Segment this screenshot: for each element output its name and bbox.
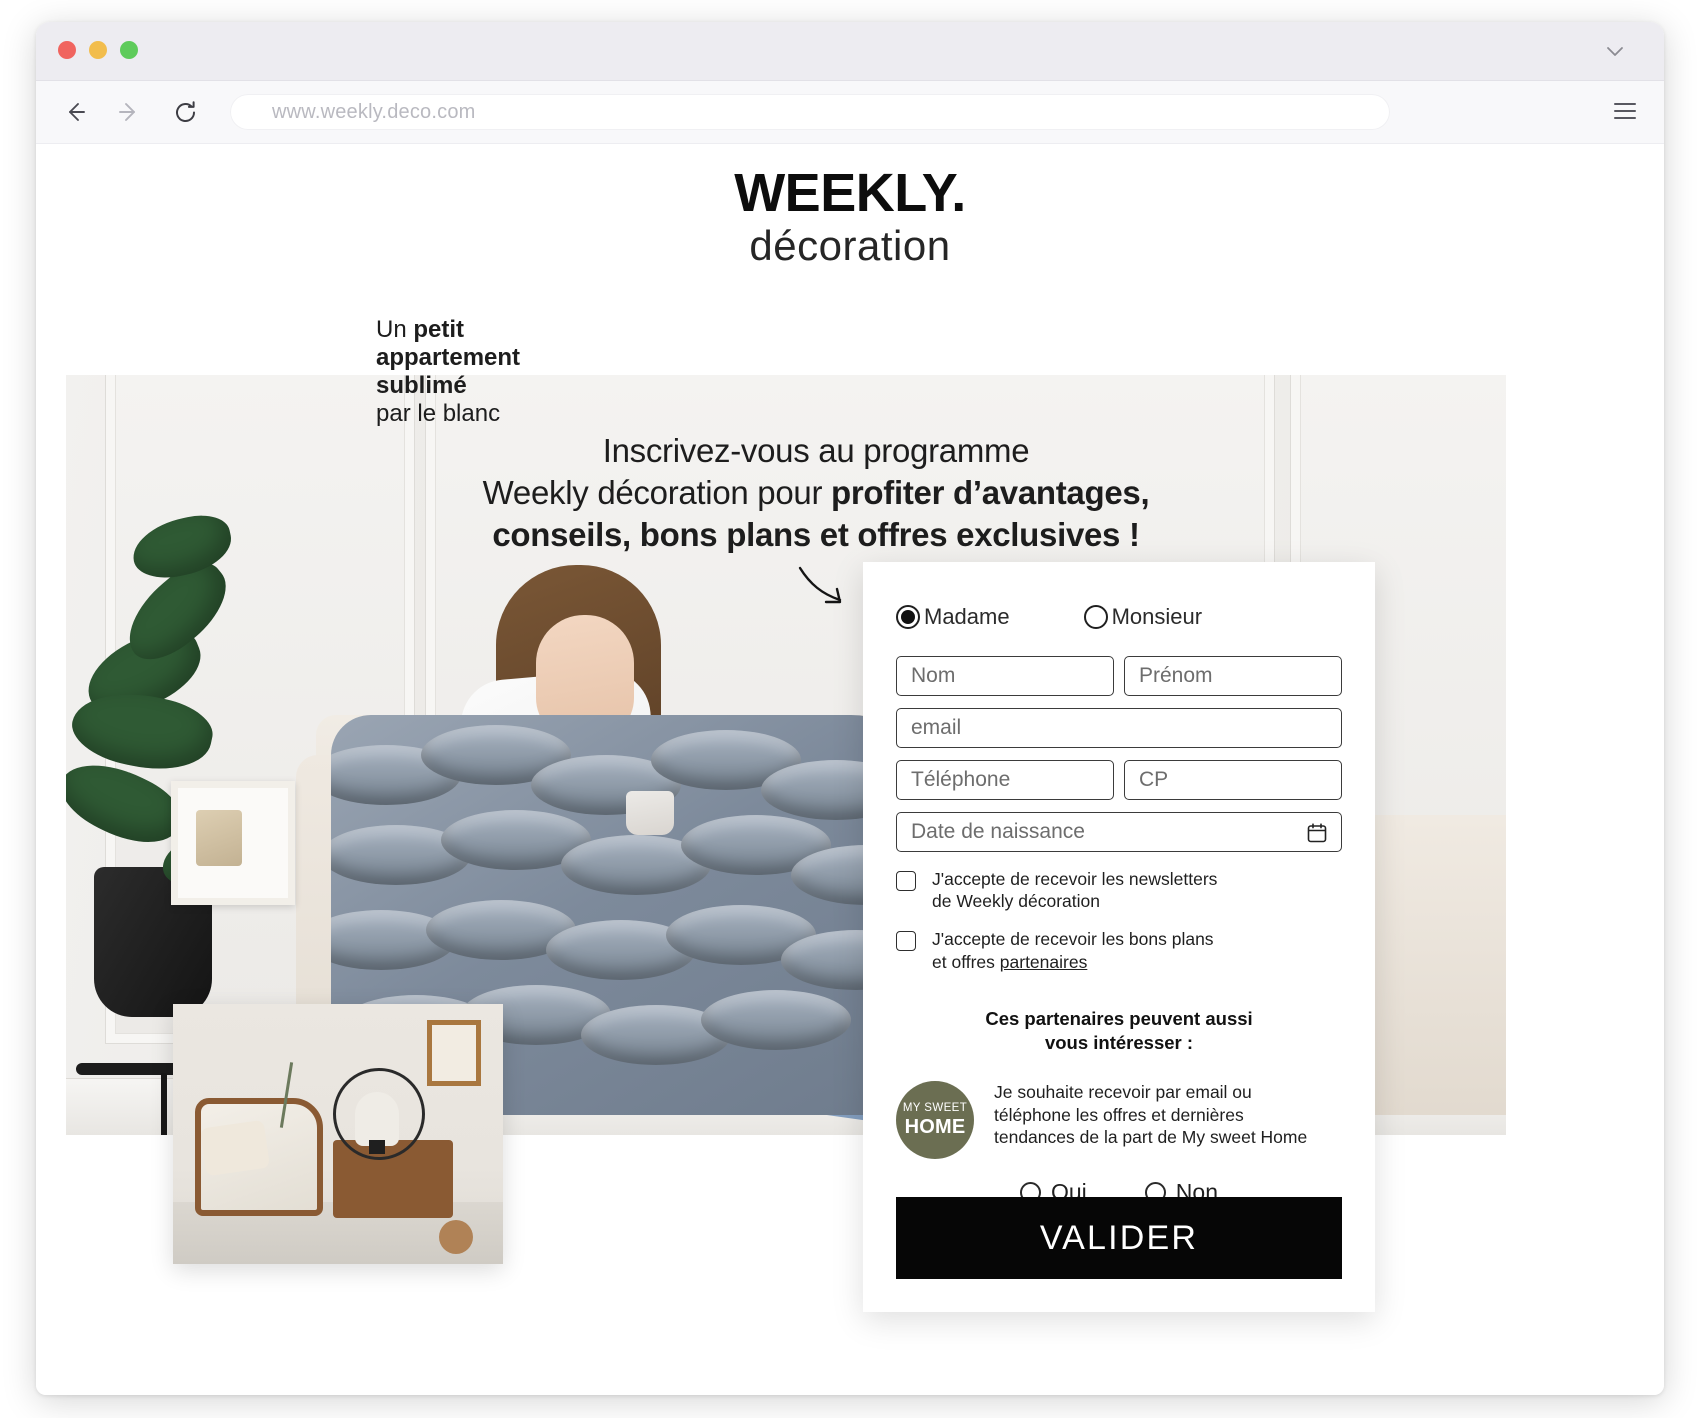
telephone-placeholder: Téléphone: [911, 768, 1011, 791]
headline-line-2-bold: profiter d’avantages,: [831, 474, 1150, 512]
consent-newsletter-checkbox[interactable]: [896, 871, 916, 891]
date-placeholder: Date de naissance: [911, 820, 1085, 843]
email-placeholder: email: [911, 716, 962, 739]
headline-line-3-bold: conseils, bons plans et offres exclusive…: [492, 516, 1140, 554]
address-bar[interactable]: www.weekly.deco.com: [230, 94, 1390, 130]
partner-offer: MY SWEET HOME Je souhaite recevoir par e…: [896, 1080, 1342, 1159]
my-sweet-home-logo: MY SWEET HOME: [896, 1080, 974, 1159]
hamburger-menu-icon[interactable]: [1614, 103, 1636, 119]
consent-newsletter-line1: J'accepte de recevoir les newsletters: [932, 869, 1218, 889]
radio-monsieur[interactable]: [1083, 605, 1108, 629]
caption-part-1: Un: [376, 316, 414, 343]
chevron-down-icon[interactable]: [1602, 38, 1628, 64]
url-text: www.weekly.deco.com: [272, 100, 476, 123]
consent-partners-line2: et offres: [932, 951, 1000, 972]
maximize-window-button[interactable]: [120, 41, 138, 59]
radio-madame-label: Madame: [924, 604, 1010, 629]
logo-sub-text: décoration: [749, 222, 951, 269]
signup-form: Madame Monsieur Nom Prénom email Télépho…: [863, 562, 1375, 1312]
partenaires-link[interactable]: partenaires: [1000, 952, 1088, 972]
nom-placeholder: Nom: [911, 664, 956, 687]
telephone-input[interactable]: Téléphone: [896, 760, 1114, 800]
back-icon[interactable]: [58, 95, 92, 129]
window-controls: [58, 41, 138, 59]
close-window-button[interactable]: [58, 41, 76, 59]
browser-titlebar: [36, 22, 1664, 81]
side-table-leg: [161, 1073, 167, 1135]
nom-input[interactable]: Nom: [896, 656, 1114, 696]
partners-heading: Ces partenaires peuvent aussi vous intér…: [896, 1007, 1342, 1055]
prenom-placeholder: Prénom: [1139, 664, 1213, 687]
my-sweet-home-logo-line2: HOME: [904, 1115, 966, 1138]
consent-newsletter-label: J'accepte de recevoir les newsletters de…: [932, 868, 1217, 912]
civility-radio-group: Madame Monsieur: [896, 604, 1342, 630]
calendar-icon[interactable]: [1306, 822, 1328, 850]
consent-partners-line1: J'accepte de recevoir les bons plans: [932, 929, 1214, 950]
caption-part-2: petit: [413, 316, 465, 343]
article-thumbnail: [173, 1004, 503, 1264]
consent-partners-checkbox[interactable]: [896, 931, 916, 952]
site-logo: WEEKLY. décoration: [36, 144, 1664, 268]
partner-text-line1: Je souhaite recevoir par email ou: [994, 1081, 1252, 1102]
partners-heading-line1: Ces partenaires peuvent aussi: [985, 1007, 1253, 1029]
reload-icon[interactable]: [168, 95, 202, 129]
curved-arrow-icon: [796, 564, 856, 617]
picture-frame: [171, 781, 295, 905]
caption-part-4: sublimé: [376, 372, 467, 400]
caption-part-3: appartement: [376, 344, 521, 372]
coffee-mug: [626, 791, 674, 835]
consent-partners-row[interactable]: J'accepte de recevoir les bons plans et …: [896, 928, 1342, 972]
article-caption: Un petit appartement sublimé par le blan…: [376, 316, 646, 428]
prenom-input[interactable]: Prénom: [1124, 656, 1342, 696]
cp-placeholder: CP: [1139, 768, 1169, 791]
partner-offer-text: Je souhaite recevoir par email ou téléph…: [994, 1081, 1307, 1149]
partners-heading-line2: vous intéresser :: [1044, 1031, 1194, 1053]
browser-window: www.weekly.deco.com WEEKLY. décoration I…: [36, 22, 1664, 1395]
browser-toolbar: www.weekly.deco.com: [36, 81, 1664, 144]
cp-input[interactable]: CP: [1124, 760, 1342, 800]
headline-line-2: Weekly décoration pour profiter d’avanta…: [446, 472, 1186, 514]
valider-button-label: VALIDER: [1039, 1218, 1199, 1257]
consent-newsletter-line2: de Weekly décoration: [932, 891, 1100, 912]
logo-main-text: WEEKLY.: [734, 163, 966, 223]
consent-newsletter-row[interactable]: J'accepte de recevoir les newsletters de…: [896, 868, 1342, 912]
caption-part-5: par le blanc: [376, 400, 501, 428]
consent-partners-label: J'accepte de recevoir les bons plans et …: [932, 928, 1214, 972]
valider-button[interactable]: VALIDER: [896, 1197, 1342, 1279]
forward-icon[interactable]: [112, 95, 146, 129]
headline-line-1: Inscrivez-vous au programme: [602, 432, 1030, 469]
date-de-naissance-input[interactable]: Date de naissance: [896, 812, 1342, 852]
radio-monsieur-label: Monsieur: [1111, 604, 1203, 629]
page-content: WEEKLY. décoration Inscrivez-vous au pro…: [36, 144, 1664, 1395]
email-input[interactable]: email: [896, 708, 1342, 748]
hero-headline: Inscrivez-vous au programme Weekly décor…: [446, 430, 1186, 557]
partner-text-line2: téléphone les offres et dernières: [994, 1104, 1244, 1125]
radio-madame[interactable]: [896, 605, 920, 629]
my-sweet-home-logo-line1: MY SWEET: [902, 1102, 968, 1115]
minimize-window-button[interactable]: [89, 41, 107, 59]
article-card[interactable]: [173, 1004, 503, 1264]
headline-line-2-normal: Weekly décoration pour: [482, 474, 832, 512]
partner-text-line3: tendances de la part de My sweet Home: [994, 1127, 1308, 1148]
headline-line-3: conseils, bons plans et offres exclusive…: [446, 514, 1186, 556]
